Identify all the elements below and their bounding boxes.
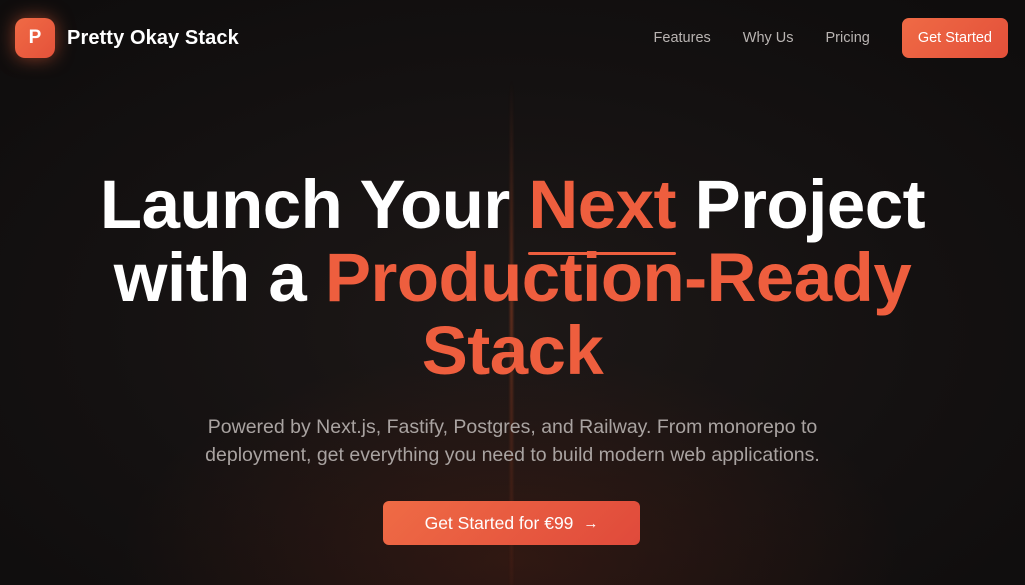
nav-link-features[interactable]: Features: [654, 30, 711, 46]
hero-title-line-3: Stack: [421, 312, 604, 389]
top-navbar: P Pretty Okay Stack Features Why Us Pric…: [0, 0, 1025, 76]
nav-links: Features Why Us Pricing Get Started: [654, 18, 1008, 58]
brand-name[interactable]: Pretty Okay Stack: [67, 27, 239, 50]
title-text: Launch Your: [99, 166, 529, 243]
title-accent-text: Next: [528, 166, 676, 243]
title-accent-next: Next: [528, 166, 676, 255]
hero-title-line-1: Launch Your Next Project: [0, 166, 1025, 255]
get-started-button[interactable]: Get Started: [901, 18, 1008, 58]
logo-letter: P: [28, 27, 42, 48]
hero-title: Launch Your Next Project with a Producti…: [0, 168, 1025, 387]
nav-link-pricing[interactable]: Pricing: [826, 30, 870, 46]
title-text: with a: [113, 239, 325, 316]
get-started-for-price-button[interactable]: Get Started for €99 →: [383, 501, 640, 545]
nav-link-why-us[interactable]: Why Us: [743, 30, 794, 46]
cta-label: Get Started for €99: [424, 512, 574, 533]
hero-subtitle: Powered by Next.js, Fastify, Postgres, a…: [205, 416, 820, 466]
accent-underline: [528, 252, 676, 255]
title-accent-production-ready: Production-Ready: [324, 239, 912, 316]
p-letter-logo-icon[interactable]: P: [15, 18, 55, 58]
arrow-right-icon: →: [583, 514, 599, 532]
title-text: Project: [675, 166, 926, 243]
hero-title-line-2: with a Production-Ready: [0, 241, 1025, 314]
landing-page: P Pretty Okay Stack Features Why Us Pric…: [0, 0, 1025, 585]
